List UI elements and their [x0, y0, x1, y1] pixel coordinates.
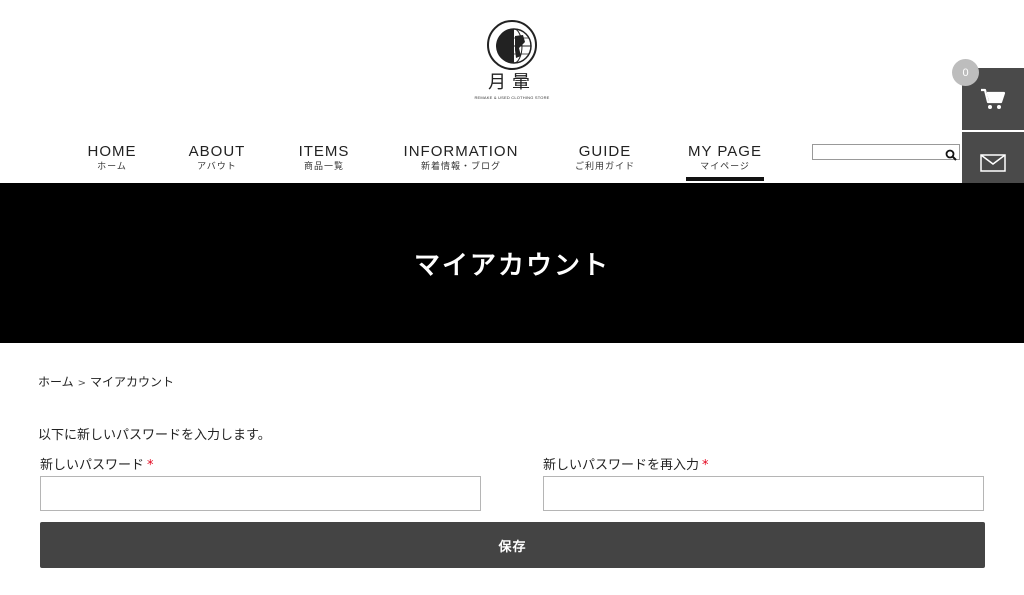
nav-item-sublabel: 商品一覧: [303, 162, 344, 172]
breadcrumb-current: マイアカウント: [90, 375, 175, 389]
search-icon[interactable]: [945, 146, 957, 165]
nav-item-label: INFORMATION: [403, 143, 519, 160]
breadcrumb-separator: >: [77, 378, 87, 389]
moon-globe-logo-icon: [487, 20, 537, 70]
nav-item-home[interactable]: HOME ホーム: [84, 143, 140, 173]
new-password-label: 新しいパスワード *: [40, 454, 154, 473]
required-mark: *: [147, 458, 154, 473]
confirm-password-input[interactable]: [543, 476, 984, 511]
brand-name: 月暈: [488, 72, 536, 93]
mail-icon: [980, 154, 1006, 172]
search-input[interactable]: [813, 150, 941, 165]
nav-item-sublabel: 新着情報・ブログ: [420, 162, 501, 172]
nav-item-my-page[interactable]: MY PAGE マイページ: [686, 143, 764, 183]
required-mark: *: [702, 458, 709, 473]
nav-item-label: MY PAGE: [688, 143, 762, 160]
page-title: マイアカウント: [413, 250, 610, 281]
brand-tagline: REMAKE & USED CLOTHING STORE: [474, 95, 550, 100]
site-logo[interactable]: 月暈 REMAKE & USED CLOTHING STORE: [472, 18, 552, 100]
nav-item-label: ITEMS: [298, 143, 350, 160]
nav-item-label: GUIDE: [578, 143, 632, 160]
search-box: [812, 144, 960, 165]
nav-item-about[interactable]: ABOUT アバウト: [186, 143, 248, 173]
confirm-password-label-text: 新しいパスワードを再入力: [543, 458, 700, 473]
new-password-input[interactable]: [40, 476, 481, 511]
cart-count-badge: 0: [952, 59, 979, 86]
nav-item-sublabel: ホーム: [97, 162, 127, 172]
nav-item-label: HOME: [87, 143, 137, 160]
form-instructions: 以下に新しいパスワードを入力します。: [38, 428, 271, 443]
nav-item-label: ABOUT: [188, 143, 246, 160]
active-nav-indicator: [686, 177, 764, 181]
nav-item-guide[interactable]: GUIDE ご利用ガイド: [572, 143, 638, 173]
page-hero: マイアカウント: [0, 183, 1024, 343]
cart-icon: [981, 88, 1006, 109]
nav-item-sublabel: ご利用ガイド: [574, 162, 635, 172]
breadcrumb: ホーム > マイアカウント: [38, 373, 174, 390]
nav-item-information[interactable]: INFORMATION 新着情報・ブログ: [398, 143, 524, 173]
new-password-label-text: 新しいパスワード: [40, 458, 145, 473]
nav-item-items[interactable]: ITEMS 商品一覧: [296, 143, 352, 173]
save-button[interactable]: 保存: [40, 522, 985, 568]
nav-item-sublabel: アバウト: [197, 162, 237, 172]
breadcrumb-home-link[interactable]: ホーム: [38, 375, 74, 389]
nav-item-sublabel: マイページ: [700, 162, 750, 172]
confirm-password-label: 新しいパスワードを再入力 *: [543, 454, 709, 473]
